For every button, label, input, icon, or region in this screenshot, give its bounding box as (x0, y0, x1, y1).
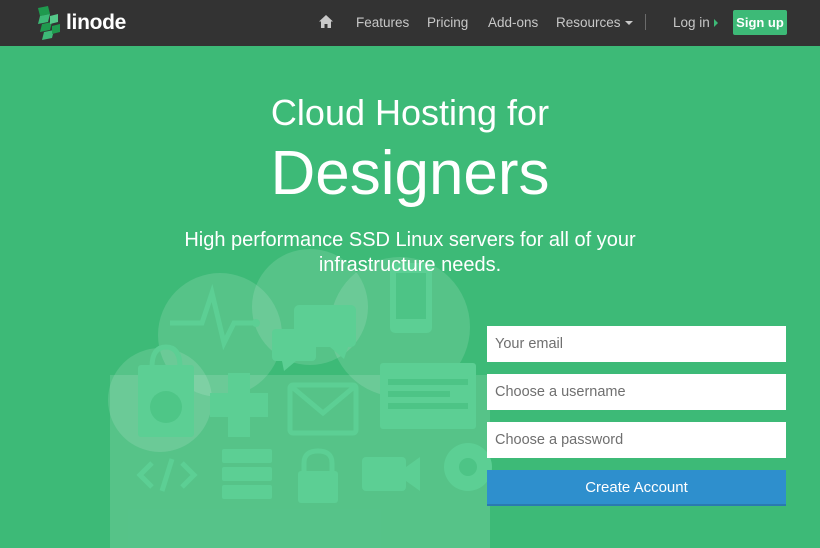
cloud-services-illustration (108, 249, 492, 548)
create-account-button[interactable]: Create Account (487, 470, 786, 506)
hero-title-line2: Designers (270, 139, 550, 208)
nav-link-resources[interactable]: Resources (556, 15, 633, 30)
nav-link-features[interactable]: Features (356, 15, 409, 30)
gear-icon (444, 443, 492, 491)
top-navigation-bar: linode Features Pricing Add-ons Resource… (0, 0, 820, 46)
login-link[interactable]: Log in (673, 15, 718, 30)
linode-logo-icon (38, 6, 60, 40)
password-field[interactable] (487, 422, 786, 458)
logo-text: linode (66, 11, 127, 34)
logo[interactable]: linode (36, 6, 126, 40)
nav-separator (645, 14, 646, 30)
nav-link-add-ons[interactable]: Add-ons (488, 15, 538, 30)
username-field[interactable] (487, 374, 786, 410)
server-stack-icon (222, 449, 272, 499)
signup-button[interactable]: Sign up (733, 10, 787, 35)
hero-tagline: High performance SSD Linux servers for a… (184, 229, 636, 276)
browser-window-icon (380, 363, 476, 429)
nav-home[interactable] (318, 14, 334, 34)
nav-link-resources-label: Resources (556, 15, 621, 30)
hero-title-line1: Cloud Hosting for (270, 92, 550, 133)
triangle-right-icon (713, 19, 718, 28)
home-icon (319, 15, 333, 28)
nav-link-pricing[interactable]: Pricing (427, 15, 468, 30)
chevron-down-icon (624, 21, 633, 26)
email-field[interactable] (487, 326, 786, 362)
login-label: Log in (673, 15, 710, 30)
